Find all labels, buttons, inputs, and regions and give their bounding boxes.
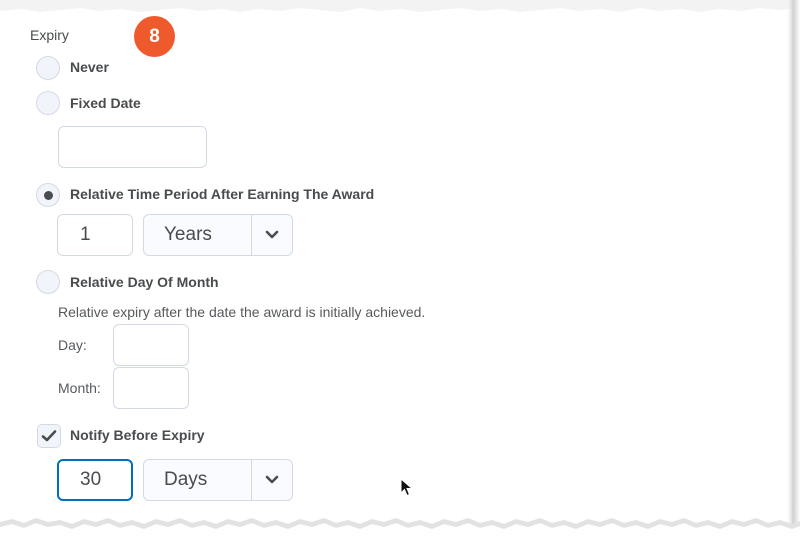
notify-before-expiry-checkbox[interactable]	[37, 424, 61, 448]
torn-top-edge	[0, 0, 800, 12]
relative-time-label[interactable]: Relative Time Period After Earning The A…	[70, 186, 374, 202]
step-badge: 8	[134, 16, 175, 57]
chevron-down-icon	[251, 215, 292, 255]
chevron-down-icon	[251, 460, 292, 500]
day-label: Day:	[58, 337, 87, 353]
radio-never[interactable]	[36, 56, 60, 80]
month-input[interactable]	[113, 367, 189, 409]
relative-time-unit-value: Years	[164, 224, 212, 245]
relative-time-unit-select[interactable]: Years	[143, 214, 293, 256]
torn-bottom-edge	[0, 518, 800, 552]
expiry-label: Expiry	[30, 27, 69, 43]
radio-selected-dot	[43, 190, 53, 200]
checkmark-icon	[41, 430, 57, 442]
radio-relative-time[interactable]	[36, 183, 60, 207]
radio-fixed-date[interactable]	[36, 91, 60, 115]
notify-amount-input[interactable]: 30	[57, 459, 133, 501]
fixed-date-input[interactable]	[58, 126, 207, 168]
mouse-pointer-icon	[400, 478, 414, 497]
expiry-settings-panel: Expiry 8 Never Fixed Date Relative Time …	[0, 0, 800, 552]
relative-day-label[interactable]: Relative Day Of Month	[70, 274, 219, 290]
relative-day-helper-text: Relative expiry after the date the award…	[58, 304, 426, 320]
notify-unit-select[interactable]: Days	[143, 459, 293, 501]
fixed-date-label[interactable]: Fixed Date	[70, 95, 141, 111]
never-label[interactable]: Never	[70, 59, 109, 75]
relative-time-amount-input[interactable]: 1	[57, 214, 133, 256]
right-shadow-edge	[786, 0, 800, 552]
day-input[interactable]	[113, 324, 189, 366]
notify-before-expiry-label[interactable]: Notify Before Expiry	[70, 427, 205, 443]
radio-relative-day[interactable]	[36, 270, 60, 294]
month-label: Month:	[58, 380, 101, 396]
notify-unit-value: Days	[164, 469, 208, 490]
